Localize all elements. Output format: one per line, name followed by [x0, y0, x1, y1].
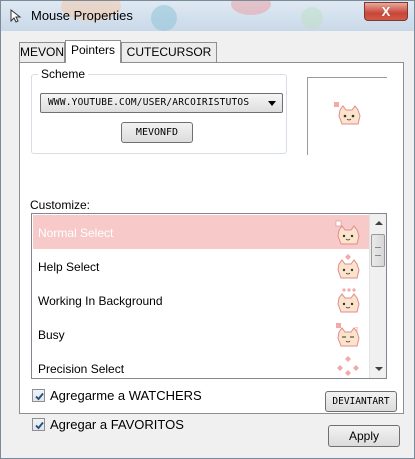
titlebar-decoration [231, 1, 271, 15]
tab-cutecursor[interactable]: CUTECURSOR [121, 42, 217, 62]
scheme-group: Scheme WWW.YOUTUBE.COM/USER/ARCOIRISTUTO… [31, 67, 287, 154]
list-item-precision-select[interactable]: Precision Select [33, 351, 369, 378]
list-item-label: Working In Background [38, 294, 163, 308]
watchers-checkbox[interactable] [32, 389, 45, 402]
mevonfd-button[interactable]: MEVONFD [121, 122, 193, 143]
deviantart-button[interactable]: DEVIANTART [325, 391, 397, 412]
titlebar-decoration [151, 5, 177, 31]
scroll-down-arrow-icon[interactable] [371, 361, 386, 377]
watchers-label: Agregarme a WATCHERS [50, 388, 202, 403]
customize-label: Customize: [30, 198, 91, 212]
list-item-label: Precision Select [38, 362, 125, 376]
titlebar-decoration [301, 7, 323, 29]
list-item-label: Busy [38, 328, 65, 342]
close-button[interactable]: X [364, 2, 408, 21]
chevron-down-icon [268, 101, 276, 106]
dialog-body: MEVON Pointers CUTECURSOR Scheme WWW.YOU… [7, 31, 408, 454]
cat-cursor-icon [334, 102, 361, 125]
checkmark-icon [35, 392, 44, 401]
cat-precision-cursor-icon [337, 356, 359, 376]
list-item-label: Help Select [38, 260, 100, 274]
favoritos-label: Agregar a FAVORITOS [50, 417, 184, 432]
title-bar[interactable]: Mouse Properties X [1, 1, 414, 31]
cursor-preview [307, 77, 387, 155]
mouse-properties-window: Mouse Properties X MEVON Pointers CUTECU… [0, 0, 415, 459]
list-item-working-in-background[interactable]: Working In Background [33, 283, 369, 317]
list-item-help-select[interactable]: Help Select [33, 249, 369, 283]
cat-cursor-icon [335, 220, 360, 245]
cat-help-cursor-icon [337, 254, 360, 279]
list-item-label: Normal Select [38, 226, 114, 240]
scroll-thumb[interactable] [371, 234, 385, 267]
favoritos-checkbox[interactable] [32, 418, 45, 431]
scheme-label: Scheme [38, 67, 89, 81]
scroll-up-arrow-icon[interactable] [371, 215, 386, 231]
cat-busy-cursor-icon: z [336, 323, 360, 347]
pointers-panel: Scheme WWW.YOUTUBE.COM/USER/ARCOIRISTUTO… [19, 62, 404, 432]
scheme-dropdown[interactable]: WWW.YOUTUBE.COM/USER/ARCOIRISTUTOS [40, 93, 283, 113]
apply-button[interactable]: Apply [328, 425, 400, 447]
checkmark-icon [35, 421, 44, 430]
list-item-normal-select[interactable]: Normal Select [33, 215, 369, 249]
window-title: Mouse Properties [31, 8, 133, 23]
mouse-app-icon [10, 8, 22, 23]
tab-pointers[interactable]: Pointers [65, 40, 121, 63]
tab-mevon[interactable]: MEVON [19, 42, 65, 62]
cat-working-cursor-icon [337, 288, 360, 313]
list-item-busy[interactable]: Busy z [33, 317, 369, 351]
svg-text:z: z [355, 326, 358, 333]
scheme-dropdown-value: WWW.YOUTUBE.COM/USER/ARCOIRISTUTOS [48, 97, 250, 108]
cursor-list[interactable]: Normal Select Help Select Working In Bac… [31, 213, 387, 379]
list-scrollbar[interactable] [369, 214, 386, 378]
